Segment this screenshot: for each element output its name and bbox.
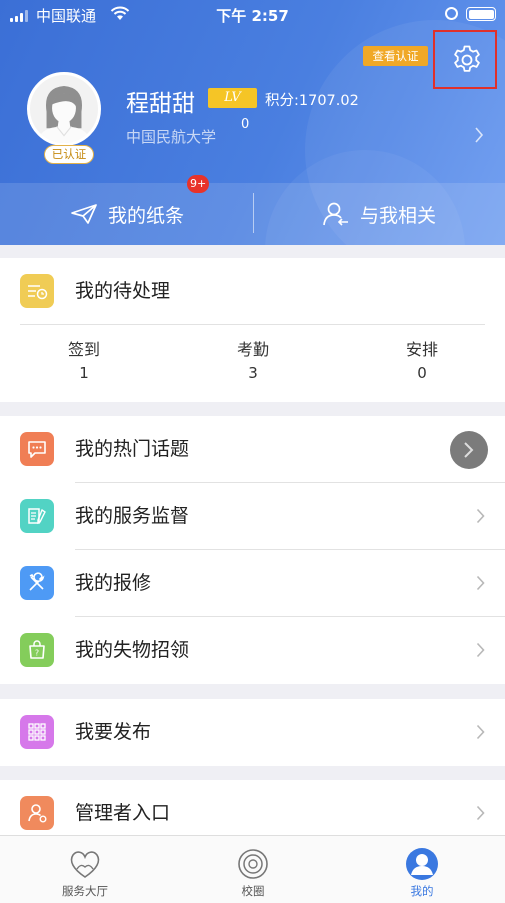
menu-item-label: 我的热门话题 xyxy=(75,438,190,460)
chevron-right-icon xyxy=(476,575,485,595)
tab-label: 校圈 xyxy=(241,884,265,898)
count-value: 0 xyxy=(241,117,250,132)
tab-label: 我的 xyxy=(410,884,434,898)
menu-group: 管理者入口 xyxy=(0,780,505,840)
view-certification-button[interactable]: 查看认证 xyxy=(363,46,428,66)
related-to-me-label: 与我相关 xyxy=(360,204,437,227)
chevron-right-icon xyxy=(476,724,485,744)
profile-icon xyxy=(406,848,438,880)
chevron-right-icon xyxy=(476,805,485,825)
divider xyxy=(20,324,485,325)
pending-row[interactable]: 我的待处理 xyxy=(0,258,505,325)
menu-item-label: 我的服务监督 xyxy=(75,505,190,527)
paper-plane-icon xyxy=(71,204,97,224)
chevron-right-icon xyxy=(476,642,485,662)
related-to-me-button[interactable]: 与我相关 xyxy=(322,183,436,245)
bottom-tab-bar: 服务大厅 校圈 我的 xyxy=(0,835,505,903)
grid-icon xyxy=(20,715,54,749)
menu-item-repairs[interactable]: 我的报修 xyxy=(0,550,505,617)
menu-item-admin-entry[interactable]: 管理者入口 xyxy=(0,780,505,840)
menu-item-publish[interactable]: 我要发布 xyxy=(0,699,505,766)
stat-schedule[interactable]: 安排 0 xyxy=(362,336,482,382)
chevron-right-icon xyxy=(476,508,485,528)
lost-bag-icon: ? xyxy=(20,633,54,667)
profile-header: 中国联通 下午 2:57 查看认证 已认证 程甜甜 LV 积分:1707.02 xyxy=(0,0,505,245)
verified-badge: 已认证 xyxy=(44,145,94,164)
tab-mine[interactable]: 我的 xyxy=(372,846,472,899)
chevron-right-icon[interactable] xyxy=(474,126,484,148)
status-bar: 中国联通 下午 2:57 xyxy=(0,0,505,30)
header-action-bar: 我的纸条 9+ 与我相关 xyxy=(0,175,505,245)
divider xyxy=(253,193,254,233)
stat-sign-in[interactable]: 签到 1 xyxy=(24,336,144,382)
menu-group: 我的热门话题 我的服务监督 我的报修 ? 我的失物招领 xyxy=(0,416,505,684)
my-notes-button[interactable]: 我的纸条 9+ xyxy=(70,175,210,245)
level-badge: LV xyxy=(208,88,257,108)
floating-expand-button[interactable] xyxy=(450,431,488,469)
menu-group: 我要发布 xyxy=(0,699,505,766)
admin-user-icon xyxy=(20,796,54,830)
wrench-icon xyxy=(20,566,54,600)
menu-item-hot-topics[interactable]: 我的热门话题 xyxy=(0,416,505,483)
menu-item-label: 我的失物招领 xyxy=(75,639,190,661)
user-related-icon xyxy=(323,202,348,226)
pending-stats: 签到 1 考勤 3 安排 0 xyxy=(0,326,505,402)
chevron-right-icon xyxy=(464,442,474,458)
stat-value: 0 xyxy=(417,364,427,382)
settings-button[interactable] xyxy=(433,30,497,89)
user-avatar[interactable] xyxy=(27,72,101,146)
stat-value: 3 xyxy=(248,364,258,382)
heart-hands-icon xyxy=(70,851,100,878)
document-pen-icon xyxy=(20,499,54,533)
gear-icon xyxy=(454,45,480,72)
rotation-lock-icon xyxy=(445,7,458,20)
tab-service-hall[interactable]: 服务大厅 xyxy=(35,846,135,899)
pending-card: 我的待处理 签到 1 考勤 3 安排 0 xyxy=(0,258,505,402)
menu-item-label: 管理者入口 xyxy=(75,802,171,824)
stat-value: 1 xyxy=(79,364,89,382)
stat-label: 安排 xyxy=(405,340,438,359)
target-circle-icon xyxy=(238,849,268,879)
tab-campus-circle[interactable]: 校圈 xyxy=(203,846,303,899)
pending-title: 我的待处理 xyxy=(75,280,171,302)
chat-bubble-icon xyxy=(20,432,54,466)
menu-item-lost-and-found[interactable]: ? 我的失物招领 xyxy=(0,617,505,684)
menu-item-service-supervision[interactable]: 我的服务监督 xyxy=(0,483,505,550)
battery-icon xyxy=(466,7,496,21)
svg-text:?: ? xyxy=(35,649,39,658)
stat-attendance[interactable]: 考勤 3 xyxy=(193,336,313,382)
stat-label: 考勤 xyxy=(236,340,269,359)
status-time: 下午 2:57 xyxy=(216,7,289,25)
menu-item-label: 我要发布 xyxy=(75,721,152,743)
menu-item-label: 我的报修 xyxy=(75,572,152,594)
points-value: 积分:1707.02 xyxy=(265,93,359,109)
stat-label: 签到 xyxy=(67,340,100,359)
school-name: 中国民航大学 xyxy=(126,128,217,146)
username: 程甜甜 xyxy=(126,91,195,117)
pending-list-icon xyxy=(20,274,54,308)
tab-label: 服务大厅 xyxy=(62,884,108,898)
notification-badge: 9+ xyxy=(187,175,210,193)
my-notes-label: 我的纸条 xyxy=(108,204,185,227)
